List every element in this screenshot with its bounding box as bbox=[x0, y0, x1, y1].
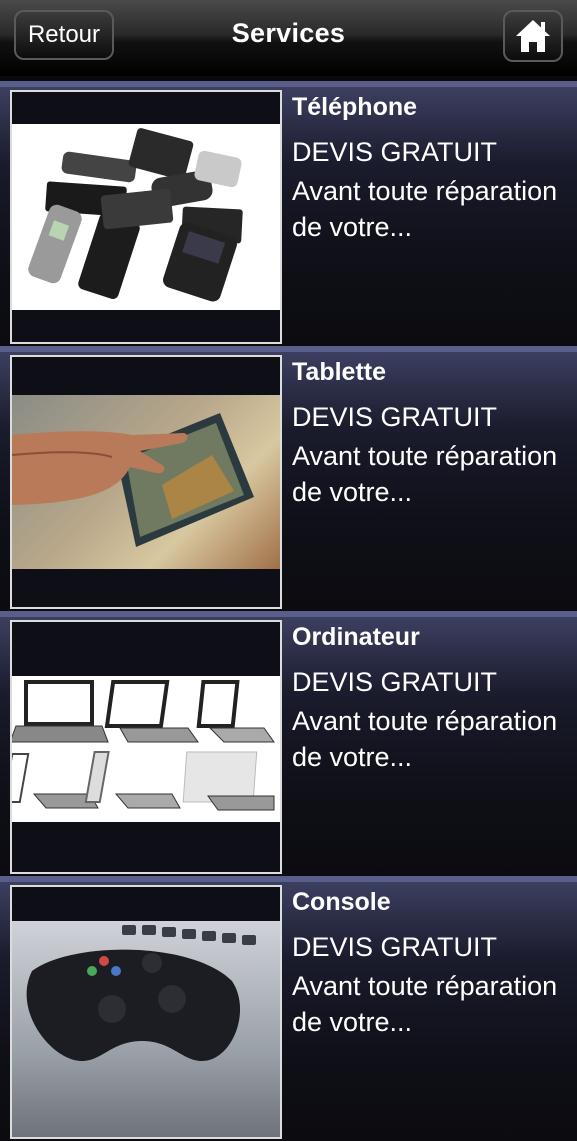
tablet-image bbox=[12, 395, 280, 569]
laptops-image bbox=[12, 676, 280, 822]
list-item-console[interactable]: Console DEVIS GRATUIT Avant toute répara… bbox=[0, 876, 577, 1141]
services-list: Téléphone DEVIS GRATUIT Avant toute répa… bbox=[0, 76, 577, 1141]
service-thumbnail bbox=[10, 355, 282, 609]
home-button[interactable] bbox=[503, 10, 563, 62]
page-title: Services bbox=[231, 18, 346, 48]
service-title: Téléphone bbox=[292, 93, 418, 121]
service-thumbnail bbox=[10, 620, 282, 874]
service-subtitle: DEVIS GRATUIT bbox=[292, 402, 498, 432]
home-icon bbox=[516, 20, 550, 52]
service-title: Tablette bbox=[292, 358, 386, 386]
list-item-telephone[interactable]: Téléphone DEVIS GRATUIT Avant toute répa… bbox=[0, 81, 577, 346]
service-description: Avant toute réparation de votre... bbox=[292, 971, 558, 1037]
phones-image bbox=[12, 124, 280, 310]
service-description: Avant toute réparation de votre... bbox=[292, 441, 558, 507]
list-item-ordinateur[interactable]: Ordinateur DEVIS GRATUIT Avant toute rép… bbox=[0, 611, 577, 876]
controller-image bbox=[12, 921, 280, 1137]
service-subtitle: DEVIS GRATUIT bbox=[292, 667, 498, 697]
service-description: Avant toute réparation de votre... bbox=[292, 176, 558, 242]
service-subtitle: DEVIS GRATUIT bbox=[292, 137, 498, 167]
service-thumbnail bbox=[10, 885, 282, 1139]
service-subtitle: DEVIS GRATUIT bbox=[292, 932, 498, 962]
list-item-tablette[interactable]: Tablette DEVIS GRATUIT Avant toute répar… bbox=[0, 346, 577, 611]
service-title: Console bbox=[292, 888, 391, 916]
service-description: Avant toute réparation de votre... bbox=[292, 706, 558, 772]
service-thumbnail bbox=[10, 90, 282, 344]
navigation-bar: Retour Services bbox=[0, 0, 577, 76]
service-title: Ordinateur bbox=[292, 623, 420, 651]
